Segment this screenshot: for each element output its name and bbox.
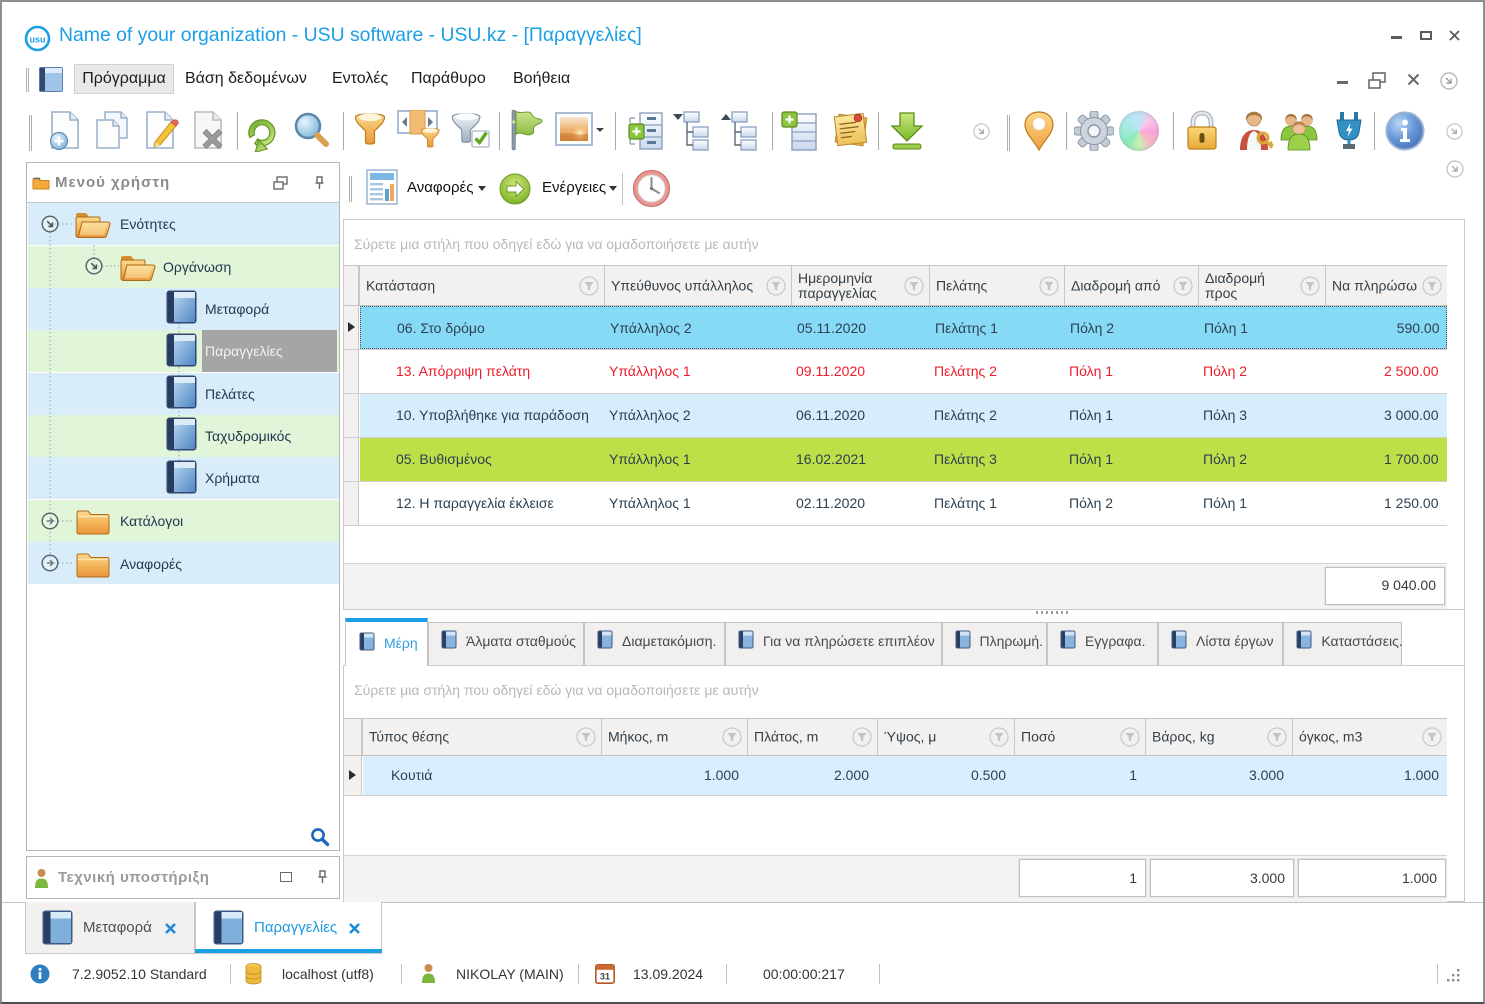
svg-text:31: 31: [600, 972, 610, 982]
svg-text:usu: usu: [29, 35, 45, 45]
